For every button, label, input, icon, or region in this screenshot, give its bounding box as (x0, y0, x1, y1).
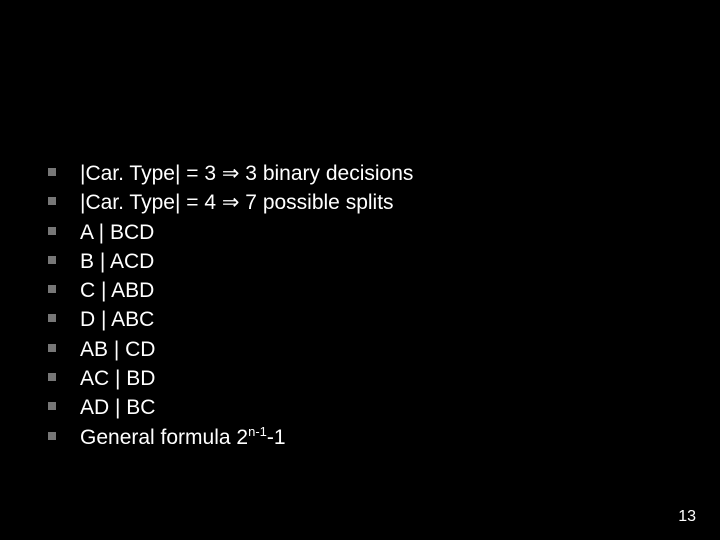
bullet-text: B | ACD (80, 248, 154, 275)
page-number: 13 (678, 508, 696, 526)
square-bullet-icon (48, 285, 56, 293)
square-bullet-icon (48, 256, 56, 264)
square-bullet-icon (48, 402, 56, 410)
list-item: |Car. Type| = 4 ⇒ 7 possible splits (48, 189, 680, 216)
bullet-list: |Car. Type| = 3 ⇒ 3 binary decisions |Ca… (48, 160, 680, 453)
bullet-text: AB | CD (80, 336, 155, 363)
list-item: AC | BD (48, 365, 680, 392)
text-pre: |Car. Type| = 4 (80, 191, 222, 214)
formula-prefix: General formula 2 (80, 426, 248, 449)
bullet-text: |Car. Type| = 3 ⇒ 3 binary decisions (80, 160, 413, 187)
formula-exponent: n-1 (248, 424, 267, 439)
bullet-text: |Car. Type| = 4 ⇒ 7 possible splits (80, 189, 394, 216)
square-bullet-icon (48, 227, 56, 235)
square-bullet-icon (48, 197, 56, 205)
square-bullet-icon (48, 344, 56, 352)
list-item: A | BCD (48, 219, 680, 246)
list-item: AD | BC (48, 394, 680, 421)
bullet-text: AD | BC (80, 394, 155, 421)
arrow-icon: ⇒ (222, 191, 240, 214)
square-bullet-icon (48, 373, 56, 381)
formula-suffix: -1 (267, 426, 286, 449)
list-item: B | ACD (48, 248, 680, 275)
square-bullet-icon (48, 168, 56, 176)
bullet-text: D | ABC (80, 306, 154, 333)
list-item: |Car. Type| = 3 ⇒ 3 binary decisions (48, 160, 680, 187)
text-post: 3 binary decisions (239, 162, 413, 185)
text-post: 7 possible splits (239, 191, 393, 214)
bullet-text: C | ABD (80, 277, 154, 304)
list-item: AB | CD (48, 336, 680, 363)
bullet-text: AC | BD (80, 365, 155, 392)
list-item: General formula 2n-1-1 (48, 424, 680, 451)
list-item: C | ABD (48, 277, 680, 304)
list-item: D | ABC (48, 306, 680, 333)
square-bullet-icon (48, 314, 56, 322)
square-bullet-icon (48, 432, 56, 440)
arrow-icon: ⇒ (222, 162, 240, 185)
text-pre: |Car. Type| = 3 (80, 162, 222, 185)
bullet-text: A | BCD (80, 219, 154, 246)
bullet-text-formula: General formula 2n-1-1 (80, 424, 286, 451)
